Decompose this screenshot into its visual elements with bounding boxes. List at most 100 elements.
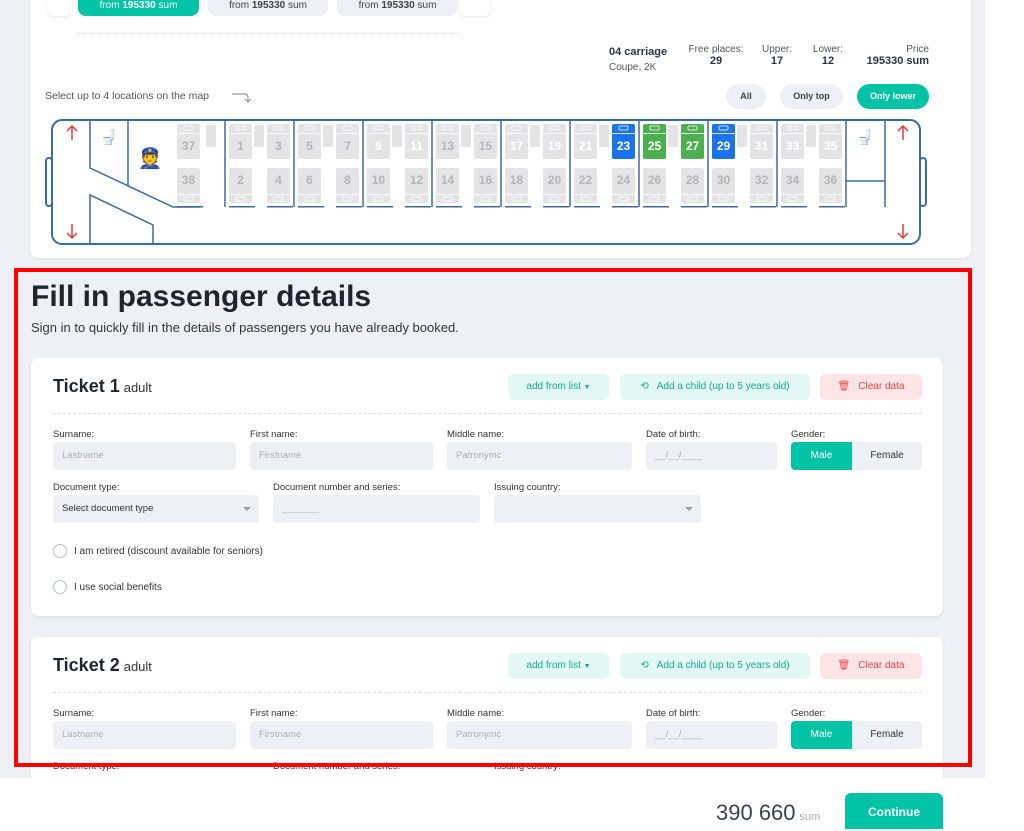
map-hint: Select up to 4 locations on the map <box>45 90 210 102</box>
seat-15[interactable]: 15 <box>474 124 497 159</box>
seat-base-line <box>681 206 707 208</box>
seat-21[interactable]: 21 <box>574 124 597 159</box>
seat-25[interactable]: 25 <box>643 124 666 159</box>
seat-base-line <box>177 206 203 208</box>
seat-number: 28 <box>686 173 700 187</box>
seat-20[interactable]: 20 <box>543 168 566 203</box>
seat-number: 37 <box>182 139 196 153</box>
seat-12[interactable]: 12 <box>405 168 428 203</box>
seat-base-line <box>267 206 293 208</box>
seat-3[interactable]: 3 <box>267 124 290 159</box>
seat-33[interactable]: 33 <box>781 124 804 159</box>
seat-8[interactable]: 8 <box>336 168 359 203</box>
seat-number: 6 <box>306 173 313 187</box>
table <box>737 125 747 147</box>
seat-37[interactable]: 37 <box>177 124 200 159</box>
seat-number: 3 <box>275 139 282 153</box>
prev-carriage-button[interactable] <box>47 0 72 16</box>
seat-number: 7 <box>344 139 351 153</box>
seat-number: 13 <box>441 139 455 153</box>
curved-arrow-icon <box>232 93 252 103</box>
table <box>806 125 816 147</box>
seat-26[interactable]: 26 <box>643 168 666 203</box>
seat-number: 16 <box>479 173 493 187</box>
seat-9[interactable]: 9 <box>367 124 390 159</box>
seat-36[interactable]: 36 <box>819 168 842 203</box>
seat-base-line <box>750 206 776 208</box>
filter-only-lower[interactable]: Only lower <box>857 84 929 109</box>
seat-base-line <box>781 206 807 208</box>
seat-16[interactable]: 16 <box>474 168 497 203</box>
seat-number: 32 <box>755 173 769 187</box>
seat-base-line <box>367 206 393 208</box>
seat-31[interactable]: 31 <box>750 124 773 159</box>
seat-number: 23 <box>617 139 631 153</box>
seat-34[interactable]: 34 <box>781 168 804 203</box>
seat-23[interactable]: 23 <box>612 124 635 159</box>
seat-number: 11 <box>410 139 423 153</box>
seat-13[interactable]: 13 <box>436 124 459 159</box>
seat-35[interactable]: 35 <box>819 124 842 159</box>
seat-number: 22 <box>579 173 593 187</box>
table <box>461 125 471 147</box>
seat-number: 29 <box>717 139 731 153</box>
seat-number: 38 <box>182 173 196 187</box>
seat-17[interactable]: 17 <box>505 124 528 159</box>
highlight-box <box>14 268 972 767</box>
seat-4[interactable]: 4 <box>267 168 290 203</box>
seat-number: 10 <box>372 173 386 187</box>
seat-base-line <box>405 206 431 208</box>
seat-number: 5 <box>306 139 313 153</box>
seat-1[interactable]: 1 <box>229 124 252 159</box>
filter-only-top[interactable]: Only top <box>780 84 843 109</box>
seat-number: 4 <box>275 173 282 187</box>
seat-5[interactable]: 5 <box>298 124 321 159</box>
seat-number: 30 <box>717 173 731 187</box>
continue-button[interactable]: Continue <box>845 793 943 829</box>
seat-14[interactable]: 14 <box>436 168 459 203</box>
carriage-tab-2[interactable]: from 195330 sum <box>208 0 328 16</box>
seat-24[interactable]: 24 <box>612 168 635 203</box>
seat-number: 27 <box>686 139 700 153</box>
seat-base-line <box>336 206 362 208</box>
table <box>668 125 678 147</box>
seat-10[interactable]: 10 <box>367 168 390 203</box>
toilet-icon: 🚽 <box>856 129 873 146</box>
total-price: 390 660 sum <box>716 800 821 825</box>
table <box>392 125 402 147</box>
filter-all[interactable]: All <box>726 84 766 109</box>
seat-29[interactable]: 29 <box>712 124 735 159</box>
seat-19[interactable]: 19 <box>543 124 566 159</box>
seat-base-line <box>543 206 569 208</box>
seat-28[interactable]: 28 <box>681 168 704 203</box>
seat-number: 34 <box>786 173 800 187</box>
carriage-tab-1[interactable]: from 195330 sum <box>78 0 199 16</box>
seat-2[interactable]: 2 <box>229 168 252 203</box>
price: Price 195330 sum <box>866 44 929 67</box>
seat-number: 33 <box>786 139 800 153</box>
next-carriage-button[interactable] <box>460 0 490 16</box>
table <box>599 125 609 147</box>
seat-6[interactable]: 6 <box>298 168 321 203</box>
carriage-name: 04 carriage <box>609 46 668 58</box>
seat-7[interactable]: 7 <box>336 124 359 159</box>
seat-number: 20 <box>548 173 562 187</box>
seat-number: 31 <box>755 139 769 153</box>
seat-base-line <box>298 206 324 208</box>
bottom-bar: 390 660 sum Continue <box>0 778 1024 829</box>
seat-base-line <box>643 206 669 208</box>
carriage-tab-3[interactable]: from 195330 sum <box>337 0 458 16</box>
seat-32[interactable]: 32 <box>750 168 773 203</box>
seat-base-line <box>505 206 531 208</box>
seat-22[interactable]: 22 <box>574 168 597 203</box>
seat-27[interactable]: 27 <box>681 124 704 159</box>
seat-38[interactable]: 38 <box>177 168 200 203</box>
seat-11[interactable]: 11 <box>405 124 428 159</box>
seat-number: 36 <box>824 173 838 187</box>
seat-base-line <box>474 206 500 208</box>
seat-number: 8 <box>344 173 351 187</box>
upper-places: Upper: 17 <box>761 44 792 67</box>
seat-number: 24 <box>617 173 631 187</box>
seat-18[interactable]: 18 <box>505 168 528 203</box>
seat-30[interactable]: 30 <box>712 168 735 203</box>
